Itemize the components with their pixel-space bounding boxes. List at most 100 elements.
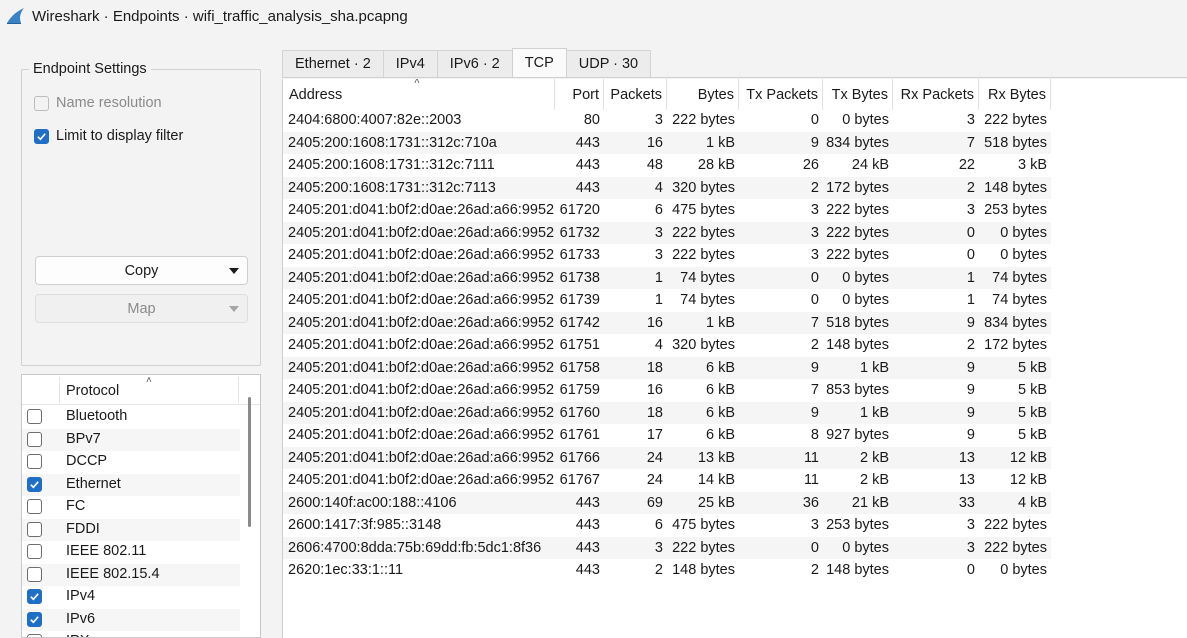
table-row[interactable]: 2405:201:d041:b0f2:d0ae:26ad:a66:9952 617…	[283, 379, 1051, 402]
table-row[interactable]: 2405:201:d041:b0f2:d0ae:26ad:a66:9952 617…	[283, 446, 1051, 469]
map-button[interactable]: Map	[35, 294, 248, 323]
table-cell: 475 bytes	[672, 202, 735, 219]
table-cell: 3	[810, 247, 819, 264]
table-cell: 2	[810, 179, 819, 196]
protocol-list-header[interactable]: ˄ Protocol	[22, 375, 260, 405]
protocol-item-label: FC	[66, 498, 86, 514]
table-cell: 2405:201:d041:b0f2:d0ae:26ad:a66:9952	[288, 224, 555, 241]
checkmark-icon[interactable]	[27, 476, 42, 492]
table-row[interactable]: 2606:4700:8dda:75b:69dd:fb:5dc1:8f36 443 3…	[283, 536, 1051, 559]
table-cell: 0	[966, 247, 975, 264]
protocol-item[interactable]: IPv4	[22, 586, 240, 609]
table-cell: 61758	[559, 359, 600, 376]
table-row[interactable]: 2405:200:1608:1731::312c:7111 443 48 28 kB 2…	[283, 154, 1051, 177]
endpoints-table[interactable]: Address Port Packets Bytes Tx Packets Tx Byte…	[282, 79, 1187, 638]
name-resolution-checkbox[interactable]: Name resolution	[34, 95, 162, 111]
table-cell: 4	[654, 179, 663, 196]
checkmark-icon[interactable]	[27, 611, 42, 627]
checkbox-icon[interactable]	[27, 566, 42, 582]
tab-ipv6[interactable]: IPv6 · 2	[436, 50, 513, 77]
limit-to-display-filter-checkbox[interactable]: Limit to display filter	[34, 128, 183, 144]
table-cell: 2405:200:1608:1731::312c:7111	[288, 157, 495, 174]
endpoint-type-tabs: Ethernet · 2 IPv4 IPv6 · 2 TCP UDP · 30	[282, 48, 652, 77]
table-row[interactable]: 2405:201:d041:b0f2:d0ae:26ad:a66:9952 617…	[283, 199, 1051, 222]
column-header-rx-packets[interactable]: Rx Packets	[893, 79, 979, 110]
table-cell: 28 kB	[697, 157, 735, 174]
table-cell: 2405:201:d041:b0f2:d0ae:26ad:a66:9952	[288, 247, 555, 264]
table-row[interactable]: 2405:201:d041:b0f2:d0ae:26ad:a66:9952 617…	[283, 311, 1051, 334]
column-header-tx-packets[interactable]: Tx Packets	[739, 79, 823, 110]
protocol-item-label: IEEE 802.15.4	[66, 565, 160, 582]
copy-button[interactable]: Copy	[35, 256, 248, 285]
protocol-item[interactable]: BPv7	[22, 428, 240, 451]
table-row[interactable]: 2404:6800:4007:82e::2003 80 3 222 bytes 0 0 b…	[283, 109, 1051, 132]
table-row[interactable]: 2405:201:d041:b0f2:d0ae:26ad:a66:9952 617…	[283, 356, 1051, 379]
table-row[interactable]: 2405:201:d041:b0f2:d0ae:26ad:a66:9952 617…	[283, 334, 1051, 357]
table-row[interactable]: 2600:1417:3f:985::3148 443 6 475 bytes 3 253 …	[283, 514, 1051, 537]
column-header-rx-bytes[interactable]: Rx Bytes	[979, 79, 1051, 110]
checkbox-icon[interactable]	[27, 431, 42, 447]
protocol-item[interactable]: FDDI	[22, 518, 240, 541]
protocol-item[interactable]: FC	[22, 496, 240, 519]
table-row[interactable]: 2620:1ec:33:1::11 443 2 148 bytes 2 148 bytes…	[283, 559, 1051, 582]
table-row[interactable]: 2405:200:1608:1731::312c:710a 443 16 1 kB 9 8…	[283, 131, 1051, 154]
table-cell: 48	[646, 157, 663, 174]
protocol-item-label: BPv7	[66, 430, 101, 447]
table-cell: 518 bytes	[984, 134, 1047, 151]
table-row[interactable]: 2405:201:d041:b0f2:d0ae:26ad:a66:9952 617…	[283, 424, 1051, 447]
checkbox-icon[interactable]	[27, 634, 42, 637]
tab-ipv4[interactable]: IPv4	[382, 50, 438, 77]
column-header-packets[interactable]: Packets	[604, 79, 667, 110]
table-cell: 2405:201:d041:b0f2:d0ae:26ad:a66:9952	[288, 269, 555, 286]
table-cell: 69	[646, 494, 663, 511]
table-cell: 16	[646, 382, 663, 399]
protocol-item[interactable]: IEEE 802.15.4	[22, 563, 240, 586]
protocol-item[interactable]: DCCP	[22, 451, 240, 474]
table-row[interactable]: 2405:201:d041:b0f2:d0ae:26ad:a66:9952 617…	[283, 289, 1051, 312]
tab-udp[interactable]: UDP · 30	[565, 50, 652, 77]
protocol-item-label: IPv6	[66, 610, 96, 627]
checkmark-icon[interactable]	[27, 589, 42, 604]
tab-tcp[interactable]: TCP	[511, 48, 567, 77]
tab-ethernet[interactable]: Ethernet · 2	[282, 50, 384, 77]
checkbox-icon[interactable]	[27, 499, 42, 514]
protocol-list-scrollbar[interactable]	[248, 397, 251, 527]
table-cell: 1 kB	[705, 314, 735, 331]
checkbox-icon[interactable]	[27, 544, 42, 559]
checkbox-icon[interactable]	[27, 409, 42, 424]
column-header-bytes[interactable]: Bytes	[667, 79, 739, 110]
table-row[interactable]: 2405:201:d041:b0f2:d0ae:26ad:a66:9952 617…	[283, 401, 1051, 424]
table-row[interactable]: 2405:201:d041:b0f2:d0ae:26ad:a66:9952 617…	[283, 244, 1051, 267]
table-row[interactable]: 2405:201:d041:b0f2:d0ae:26ad:a66:9952 617…	[283, 469, 1051, 492]
protocol-item[interactable]: Bluetooth	[22, 406, 240, 429]
checkbox-icon[interactable]	[27, 454, 42, 469]
table-cell: 18	[646, 359, 663, 376]
checkmark-icon[interactable]	[34, 128, 49, 144]
protocol-list[interactable]: ˄ Protocol Bluetooth BPv7 DCCP Ethernet FC FD…	[21, 374, 261, 638]
table-cell: 14 kB	[697, 472, 735, 489]
table-row[interactable]: 2405:200:1608:1731::312c:7113 443 4 320 byt…	[283, 176, 1051, 199]
protocol-item[interactable]: IPX	[22, 631, 240, 637]
protocol-item[interactable]: IPv6	[22, 608, 240, 631]
table-row[interactable]: 2405:201:d041:b0f2:d0ae:26ad:a66:9952 617…	[283, 221, 1051, 244]
column-header-tx-bytes[interactable]: Tx Bytes	[823, 79, 893, 110]
protocol-item[interactable]: Ethernet	[22, 473, 240, 496]
table-cell: 17	[646, 427, 663, 444]
protocol-column-header[interactable]: Protocol	[66, 383, 119, 399]
table-cell: 0 bytes	[1000, 224, 1047, 241]
table-cell: 3	[810, 224, 819, 241]
column-header-port[interactable]: Port	[555, 79, 604, 110]
table-cell: 443	[575, 494, 600, 511]
table-cell: 2 kB	[859, 472, 889, 489]
sort-ascending-icon: ˄	[146, 375, 152, 386]
table-cell: 222 bytes	[826, 202, 889, 219]
table-cell: 11	[803, 449, 819, 466]
protocol-item[interactable]: IEEE 802.11	[22, 541, 240, 564]
checkbox-icon[interactable]	[27, 521, 42, 537]
table-cell: 2600:1417:3f:985::3148	[288, 517, 442, 534]
checkbox-icon[interactable]	[34, 95, 49, 111]
table-row[interactable]: 2405:201:d041:b0f2:d0ae:26ad:a66:9952 617…	[283, 266, 1051, 289]
table-row[interactable]: 2600:140f:ac00:188::4106 443 69 25 kB 36 21 k…	[283, 491, 1051, 514]
limit-to-display-filter-label: Limit to display filter	[56, 128, 184, 144]
table-cell: 1	[966, 269, 975, 286]
